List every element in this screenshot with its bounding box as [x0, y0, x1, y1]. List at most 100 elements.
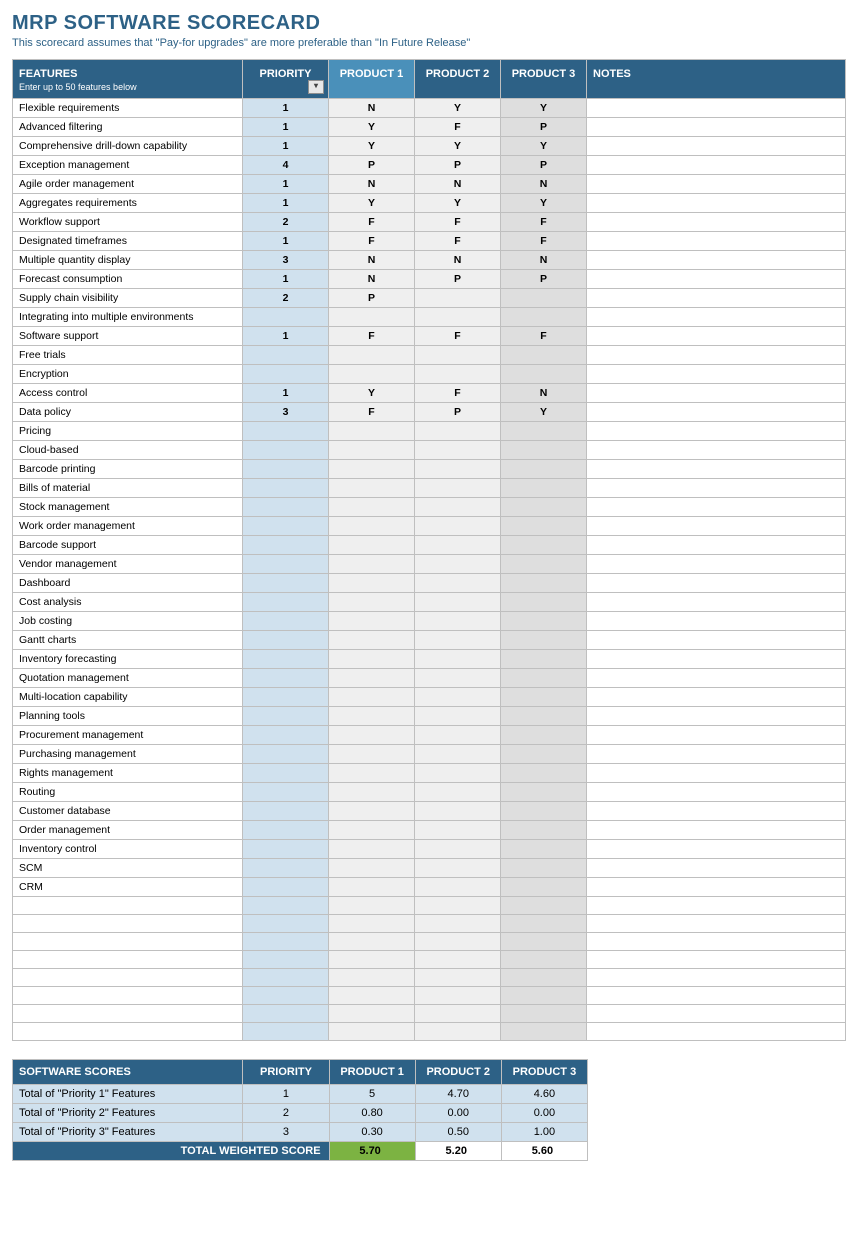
cell-feature[interactable]: CRM	[13, 878, 243, 897]
cell-product2[interactable]	[415, 915, 501, 933]
cell-feature[interactable]: Purchasing management	[13, 745, 243, 764]
cell-product3[interactable]	[501, 365, 587, 384]
cell-feature[interactable]	[13, 933, 243, 951]
cell-product1[interactable]: F	[329, 403, 415, 422]
cell-notes[interactable]	[587, 969, 846, 987]
cell-product1[interactable]: P	[329, 156, 415, 175]
cell-product3[interactable]	[501, 969, 587, 987]
cell-notes[interactable]	[587, 802, 846, 821]
cell-product1[interactable]	[329, 1023, 415, 1041]
cell-priority[interactable]	[243, 460, 329, 479]
cell-feature[interactable]: Exception management	[13, 156, 243, 175]
cell-product1[interactable]: N	[329, 175, 415, 194]
cell-notes[interactable]	[587, 745, 846, 764]
cell-product3[interactable]	[501, 915, 587, 933]
cell-priority[interactable]	[243, 915, 329, 933]
cell-product2[interactable]	[415, 745, 501, 764]
cell-priority[interactable]	[243, 726, 329, 745]
cell-product2[interactable]: F	[415, 327, 501, 346]
cell-notes[interactable]	[587, 251, 846, 270]
cell-product1[interactable]	[329, 365, 415, 384]
cell-product3[interactable]: Y	[501, 403, 587, 422]
cell-product1[interactable]	[329, 669, 415, 688]
cell-notes[interactable]	[587, 460, 846, 479]
cell-notes[interactable]	[587, 441, 846, 460]
cell-product2[interactable]: F	[415, 213, 501, 232]
cell-priority[interactable]	[243, 821, 329, 840]
cell-feature[interactable]: Flexible requirements	[13, 99, 243, 118]
cell-product3[interactable]	[501, 878, 587, 897]
cell-product1[interactable]	[329, 802, 415, 821]
cell-feature[interactable]: Software support	[13, 327, 243, 346]
cell-product2[interactable]	[415, 289, 501, 308]
cell-product3[interactable]	[501, 987, 587, 1005]
cell-product2[interactable]	[415, 365, 501, 384]
cell-notes[interactable]	[587, 156, 846, 175]
cell-product3[interactable]	[501, 783, 587, 802]
cell-notes[interactable]	[587, 118, 846, 137]
cell-notes[interactable]	[587, 897, 846, 915]
cell-feature[interactable]: Order management	[13, 821, 243, 840]
cell-feature[interactable]: SCM	[13, 859, 243, 878]
cell-product2[interactable]: N	[415, 175, 501, 194]
cell-product2[interactable]	[415, 840, 501, 859]
cell-priority[interactable]	[243, 555, 329, 574]
cell-product1[interactable]	[329, 574, 415, 593]
cell-product1[interactable]: P	[329, 289, 415, 308]
cell-product2[interactable]: F	[415, 232, 501, 251]
cell-product1[interactable]: N	[329, 251, 415, 270]
cell-product3[interactable]	[501, 536, 587, 555]
cell-notes[interactable]	[587, 479, 846, 498]
cell-feature[interactable]: Job costing	[13, 612, 243, 631]
cell-product2[interactable]	[415, 612, 501, 631]
cell-product2[interactable]: F	[415, 384, 501, 403]
cell-notes[interactable]	[587, 987, 846, 1005]
cell-notes[interactable]	[587, 403, 846, 422]
cell-product3[interactable]	[501, 308, 587, 327]
cell-priority[interactable]	[243, 593, 329, 612]
cell-priority[interactable]	[243, 650, 329, 669]
cell-product1[interactable]	[329, 726, 415, 745]
cell-notes[interactable]	[587, 422, 846, 441]
cell-product2[interactable]	[415, 536, 501, 555]
cell-product3[interactable]	[501, 574, 587, 593]
cell-product3[interactable]	[501, 933, 587, 951]
cell-product3[interactable]	[501, 707, 587, 726]
cell-product2[interactable]: Y	[415, 99, 501, 118]
cell-product1[interactable]	[329, 612, 415, 631]
cell-product2[interactable]	[415, 1023, 501, 1041]
cell-product1[interactable]	[329, 987, 415, 1005]
cell-priority[interactable]: 1	[243, 194, 329, 213]
cell-product2[interactable]: N	[415, 251, 501, 270]
cell-product3[interactable]: N	[501, 384, 587, 403]
cell-notes[interactable]	[587, 951, 846, 969]
cell-product2[interactable]	[415, 726, 501, 745]
cell-priority[interactable]: 1	[243, 175, 329, 194]
cell-notes[interactable]	[587, 194, 846, 213]
cell-notes[interactable]	[587, 384, 846, 403]
cell-feature[interactable]: Quotation management	[13, 669, 243, 688]
cell-feature[interactable]: Supply chain visibility	[13, 289, 243, 308]
cell-product1[interactable]	[329, 707, 415, 726]
cell-product3[interactable]	[501, 593, 587, 612]
cell-product3[interactable]: F	[501, 232, 587, 251]
cell-priority[interactable]	[243, 783, 329, 802]
cell-notes[interactable]	[587, 327, 846, 346]
cell-product1[interactable]: Y	[329, 384, 415, 403]
cell-notes[interactable]	[587, 536, 846, 555]
cell-feature[interactable]: Pricing	[13, 422, 243, 441]
cell-feature[interactable]	[13, 897, 243, 915]
cell-notes[interactable]	[587, 555, 846, 574]
cell-product3[interactable]: F	[501, 327, 587, 346]
cell-product3[interactable]: P	[501, 156, 587, 175]
cell-feature[interactable]: Advanced filtering	[13, 118, 243, 137]
cell-product1[interactable]	[329, 441, 415, 460]
cell-priority[interactable]	[243, 365, 329, 384]
cell-notes[interactable]	[587, 289, 846, 308]
cell-priority[interactable]	[243, 802, 329, 821]
cell-priority[interactable]: 1	[243, 232, 329, 251]
cell-feature[interactable]: Barcode printing	[13, 460, 243, 479]
cell-priority[interactable]	[243, 933, 329, 951]
cell-product2[interactable]	[415, 878, 501, 897]
cell-feature[interactable]: Routing	[13, 783, 243, 802]
